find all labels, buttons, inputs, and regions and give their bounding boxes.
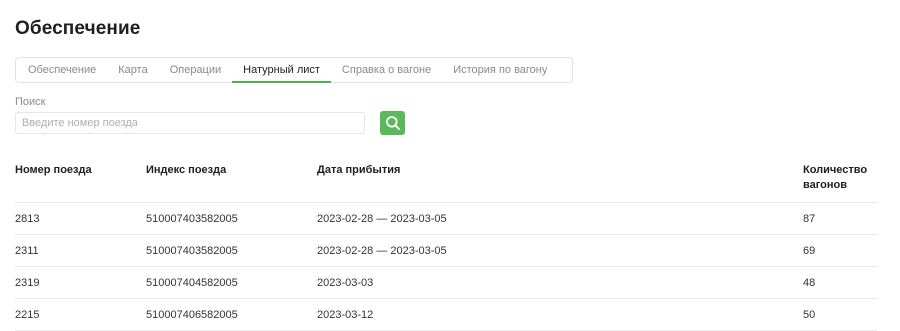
search-button[interactable] — [380, 111, 405, 135]
tab-operations[interactable]: Операции — [159, 58, 232, 82]
cell-train-index: 510007403582005 — [146, 234, 317, 267]
cell-wagon-count: 87 — [803, 202, 877, 235]
tab-wagon-info[interactable]: Справка о вагоне — [331, 58, 442, 82]
cell-wagon-count: 69 — [803, 234, 877, 267]
cell-arrival-date: 2023-03-12 — [317, 298, 803, 331]
cell-arrival-date: 2023-02-28 — 2023-03-05 — [317, 234, 803, 267]
search-icon — [385, 116, 400, 130]
cell-train-index: 510007404582005 — [146, 266, 317, 299]
table-row[interactable]: 2311 510007403582005 2023-02-28 — 2023-0… — [15, 234, 877, 267]
column-header-wagon-count[interactable]: Количество вагонов — [803, 156, 877, 203]
cell-train-number: 2311 — [15, 234, 146, 267]
table-row[interactable]: 2215 510007406582005 2023-03-12 50 — [15, 298, 877, 331]
tab-bar: Обеспечение Карта Операции Натурный лист… — [15, 57, 573, 83]
tab-provision[interactable]: Обеспечение — [28, 58, 107, 82]
tab-train-list[interactable]: Натурный лист — [232, 58, 331, 83]
search-input[interactable] — [15, 112, 365, 134]
table-header-row: Номер поезда Индекс поезда Дата прибытия… — [15, 156, 877, 203]
column-header-train-number[interactable]: Номер поезда — [15, 156, 146, 203]
tab-map[interactable]: Карта — [107, 58, 158, 82]
cell-train-number: 2813 — [15, 202, 146, 235]
table-row[interactable]: 2319 510007404582005 2023-03-03 48 — [15, 266, 877, 299]
column-header-train-index[interactable]: Индекс поезда — [146, 156, 317, 203]
search-label: Поиск — [15, 96, 46, 108]
cell-arrival-date: 2023-02-28 — 2023-03-05 — [317, 202, 803, 235]
page-title: Обеспечение — [15, 18, 141, 39]
cell-train-number: 2215 — [15, 298, 146, 331]
trains-table: Номер поезда Индекс поезда Дата прибытия… — [15, 156, 877, 331]
cell-train-index: 510007406582005 — [146, 298, 317, 331]
tab-wagon-history[interactable]: История по вагону — [442, 58, 558, 82]
cell-train-index: 510007403582005 — [146, 202, 317, 235]
cell-wagon-count: 48 — [803, 266, 877, 299]
column-header-arrival-date[interactable]: Дата прибытия — [317, 156, 803, 203]
cell-wagon-count: 50 — [803, 298, 877, 331]
cell-train-number: 2319 — [15, 266, 146, 299]
table-row[interactable]: 2813 510007403582005 2023-02-28 — 2023-0… — [15, 202, 877, 235]
cell-arrival-date: 2023-03-03 — [317, 266, 803, 299]
